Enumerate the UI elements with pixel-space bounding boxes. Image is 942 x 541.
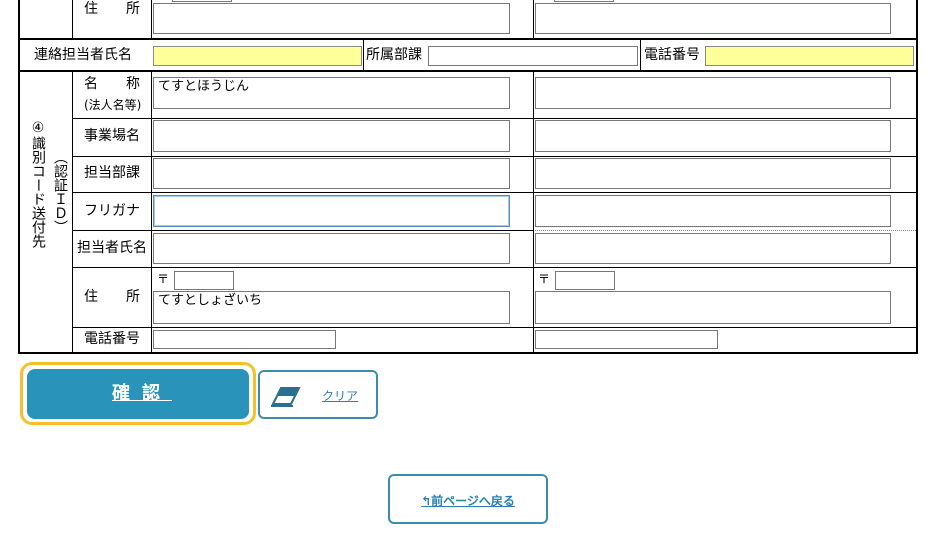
- divider: [72, 156, 918, 157]
- section4-title: ④識別コード送付先: [30, 120, 46, 248]
- clear-button[interactable]: クリア: [258, 370, 378, 419]
- address-input-right[interactable]: [535, 291, 891, 324]
- table-border-right: [916, 0, 918, 354]
- person-input-left[interactable]: [153, 233, 510, 264]
- eraser-icon: [271, 387, 301, 407]
- name-sublabel: (法人名等): [84, 98, 142, 112]
- section4-subtitle: （認証ＩＤ）: [52, 150, 68, 234]
- divider: [72, 230, 533, 231]
- office-input-left[interactable]: [153, 120, 510, 152]
- person-label: 担当者氏名: [77, 240, 147, 256]
- name-input-right[interactable]: [535, 77, 891, 109]
- contact-person-label: 連絡担当者氏名: [34, 47, 132, 63]
- postal-input-left[interactable]: [174, 271, 234, 290]
- postal-input-right[interactable]: [555, 271, 615, 290]
- table-border-left: [18, 0, 20, 354]
- back-button-label: 前ページへ戻る: [431, 494, 515, 508]
- back-button[interactable]: ↰前ページへ戻る: [388, 474, 548, 524]
- divider: [72, 327, 918, 328]
- top-postal-input-left[interactable]: [172, 0, 232, 2]
- divider: [18, 352, 918, 354]
- divider: [18, 38, 918, 40]
- divider: [72, 267, 918, 268]
- person-input-right[interactable]: [535, 233, 891, 264]
- name-input-left[interactable]: てすとほうじん: [153, 77, 510, 109]
- dept-input-left[interactable]: [153, 158, 510, 189]
- divider: [72, 70, 73, 354]
- section4-phone-input-right[interactable]: [535, 330, 718, 349]
- phone-input[interactable]: [705, 46, 914, 66]
- divider: [640, 38, 641, 71]
- divider: [151, 0, 152, 39]
- department-input[interactable]: [428, 46, 638, 66]
- section4-phone-input-left[interactable]: [153, 330, 336, 349]
- confirm-button[interactable]: 確認: [27, 369, 249, 419]
- clear-button-label: クリア: [322, 389, 359, 403]
- phone-label: 電話番号: [644, 47, 700, 63]
- address-input-left[interactable]: てすとしょざいち: [153, 291, 510, 324]
- divider: [363, 38, 364, 71]
- divider: [72, 118, 918, 119]
- divider: [18, 70, 918, 72]
- dept-label: 担当部課: [84, 165, 140, 181]
- furigana-input-right[interactable]: [535, 195, 891, 227]
- postal-mark-right: 〒: [538, 272, 551, 286]
- contact-person-input[interactable]: [153, 46, 362, 66]
- section4-phone-label: 電話番号: [84, 331, 140, 347]
- office-input-right[interactable]: [535, 120, 891, 152]
- back-arrow-icon: ↰: [421, 494, 432, 508]
- top-address-label: 住 所: [84, 1, 140, 17]
- divider: [151, 70, 152, 354]
- dept-input-right[interactable]: [535, 158, 891, 189]
- furigana-input-left[interactable]: [153, 195, 510, 227]
- divider: [533, 230, 916, 231]
- address-label: 住 所: [84, 289, 140, 305]
- divider: [533, 70, 534, 354]
- divider: [72, 0, 73, 39]
- furigana-label: フリガナ: [84, 203, 140, 219]
- postal-mark-left: 〒: [157, 272, 170, 286]
- divider: [72, 192, 918, 193]
- top-address-input-right[interactable]: [535, 3, 891, 34]
- top-postal-input-right[interactable]: [554, 0, 614, 2]
- name-label: 名 称: [84, 76, 140, 92]
- department-label: 所属部課: [366, 47, 422, 63]
- office-label: 事業場名: [84, 128, 140, 144]
- divider: [533, 0, 534, 39]
- top-address-input-left[interactable]: [153, 3, 510, 34]
